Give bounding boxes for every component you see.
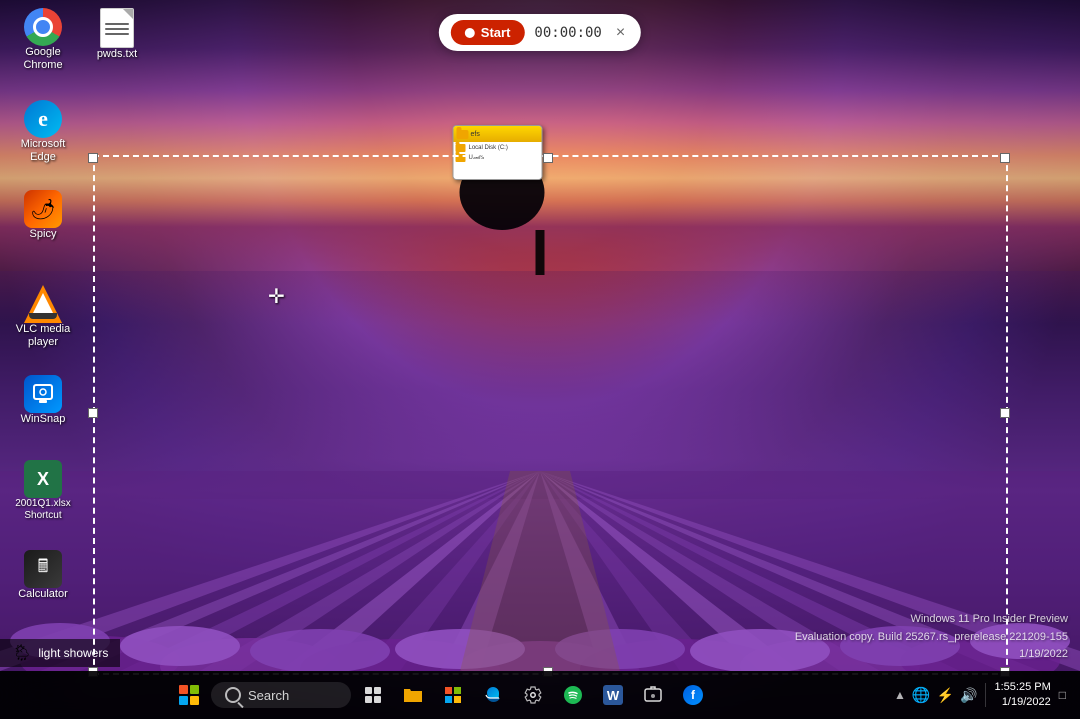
windows-logo <box>179 685 199 705</box>
resize-handle-top-left[interactable] <box>88 153 98 163</box>
watermark-line2: Evaluation copy. Build 25267.rs_prerelea… <box>795 629 1068 647</box>
taskbar-microsoft-store[interactable] <box>435 677 471 713</box>
resize-handle-top-center[interactable] <box>543 153 553 163</box>
clock-time: 1:55:25 PM <box>994 680 1050 695</box>
fe-body: Local Disk (C:) Users <box>454 142 542 179</box>
weather-icon: 🌦 <box>12 643 32 663</box>
desktop-icon-winsnap[interactable]: WinSnap <box>8 375 78 426</box>
edge-icon <box>24 100 62 138</box>
search-label: Search <box>248 688 289 703</box>
taskbar: Search <box>0 671 1080 719</box>
txt-icon <box>100 8 134 48</box>
desktop-icon-vlc[interactable]: VLC media player <box>8 285 78 349</box>
start-label: Start <box>481 25 511 40</box>
chrome-label: Google Chrome <box>8 46 78 72</box>
battery-icon[interactable]: ⚡ <box>937 687 954 704</box>
weather-condition: light showers <box>38 646 108 660</box>
show-hidden-icons[interactable]: ▲ <box>894 688 906 702</box>
spicy-label: Spicy <box>8 228 78 241</box>
calc-label: Calculator <box>8 588 78 601</box>
recording-toolbar: Start 00:00:00 × <box>439 14 641 51</box>
calc-icon: 🖩 <box>24 550 62 588</box>
excel-icon: X <box>24 460 62 498</box>
winsnap-icon <box>24 375 62 413</box>
system-clock[interactable]: 1:55:25 PM 1/19/2022 <box>994 680 1050 711</box>
tree-trunk <box>536 230 545 275</box>
tree: efs Local Disk (C:) Users <box>498 155 583 275</box>
folder-icon <box>457 130 469 139</box>
vlc-icon <box>24 285 62 323</box>
notification-button[interactable]: □ <box>1057 688 1068 702</box>
resize-handle-top-right[interactable] <box>1000 153 1010 163</box>
system-tray: ▲ 🌐 ⚡ 🔊 1:55:25 PM 1/19/2022 □ <box>882 680 1080 711</box>
taskbar-spotify[interactable] <box>555 677 591 713</box>
desktop-icon-pwds[interactable]: pwds.txt <box>82 8 152 61</box>
rec-dot <box>465 28 475 38</box>
tray-divider <box>985 683 986 707</box>
windows-watermark: Windows 11 Pro Insider Preview Evaluatio… <box>795 611 1068 664</box>
volume-icon[interactable]: 🔊 <box>960 687 977 704</box>
win-tile-yellow <box>190 696 199 705</box>
watermark-line1: Windows 11 Pro Insider Preview <box>795 611 1068 629</box>
desktop-icon-chrome[interactable]: Google Chrome <box>8 8 78 72</box>
resize-handle-middle-left[interactable] <box>88 408 98 418</box>
network-icon[interactable]: 🌐 <box>912 686 931 704</box>
win-tile-blue <box>179 696 188 705</box>
desktop-icon-calculator[interactable]: 🖩 Calculator <box>8 550 78 601</box>
word-icon: W <box>603 685 623 705</box>
desktop-icon-spicy[interactable]: 🌶 Spicy <box>8 190 78 241</box>
taskbar-center: Search <box>0 677 882 713</box>
vlc-label: VLC media player <box>8 323 78 349</box>
clock-date: 1/19/2022 <box>994 695 1050 710</box>
start-button[interactable] <box>171 677 207 713</box>
recording-timer: 00:00:00 <box>534 25 601 41</box>
chrome-icon <box>24 8 62 46</box>
blue-app-icon: f <box>683 685 703 705</box>
start-recording-button[interactable]: Start <box>451 20 525 45</box>
desktop: efs Local Disk (C:) Users <box>0 0 1080 719</box>
edge-label: Microsoft Edge <box>8 138 78 164</box>
watermark-line3: 1/19/2022 <box>795 646 1068 664</box>
win-tile-green <box>190 685 199 694</box>
search-icon <box>225 687 241 703</box>
taskbar-word[interactable]: W <box>595 677 631 713</box>
move-cursor[interactable]: ✛ <box>268 284 285 309</box>
spicy-icon: 🌶 <box>24 190 62 228</box>
pwds-label: pwds.txt <box>82 48 152 61</box>
taskbar-settings[interactable] <box>515 677 551 713</box>
desktop-icon-edge[interactable]: Microsoft Edge <box>8 100 78 164</box>
taskbar-app2[interactable]: f <box>675 677 711 713</box>
desktop-icon-excel[interactable]: X 2001Q1.xlsx Shortcut <box>8 460 78 522</box>
taskbar-search[interactable]: Search <box>211 682 351 708</box>
excel-label: 2001Q1.xlsx Shortcut <box>8 498 78 522</box>
win-tile-red <box>179 685 188 694</box>
close-recording-button[interactable]: × <box>612 23 629 43</box>
taskbar-task-view[interactable] <box>355 677 391 713</box>
fe-title: efs <box>471 131 480 138</box>
taskbar-app1[interactable] <box>635 677 671 713</box>
taskbar-file-explorer[interactable] <box>395 677 431 713</box>
taskbar-edge[interactable] <box>475 677 511 713</box>
winsnap-label: WinSnap <box>8 413 78 426</box>
weather-widget: 🌦 light showers <box>0 639 120 667</box>
resize-handle-middle-right[interactable] <box>1000 408 1010 418</box>
file-explorer-window[interactable]: efs Local Disk (C:) Users <box>453 125 543 180</box>
